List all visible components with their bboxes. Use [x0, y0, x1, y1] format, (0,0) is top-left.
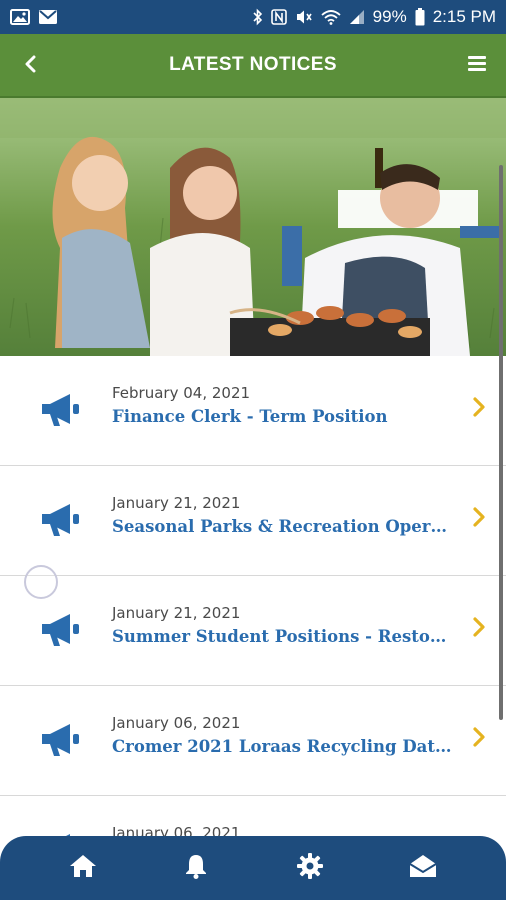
battery-percent: 99% [372, 7, 407, 26]
notice-item[interactable]: February 04, 2021 Finance Clerk - Term P… [0, 356, 506, 466]
nav-home-button[interactable] [55, 840, 111, 896]
image-notification-icon [10, 9, 30, 25]
megaphone-icon [40, 612, 82, 648]
hamburger-menu-icon [468, 56, 486, 76]
nav-settings-button[interactable] [282, 840, 338, 896]
notice-text: January 06, 2021 Cromer 2021 Loraas Recy… [112, 714, 454, 756]
bluetooth-icon [253, 8, 263, 26]
mute-icon [295, 9, 313, 25]
megaphone-icon [40, 392, 82, 428]
notice-title: Seasonal Parks & Recreation Operator [112, 517, 454, 536]
back-button[interactable] [16, 34, 44, 98]
notice-list: February 04, 2021 Finance Clerk - Term P… [0, 356, 506, 900]
gear-icon [296, 852, 323, 884]
notice-item[interactable]: January 21, 2021 Summer Student Position… [0, 576, 506, 686]
battery-icon [415, 8, 425, 26]
chevron-left-icon [24, 55, 36, 78]
chevron-right-icon [472, 726, 486, 748]
nfc-icon [270, 9, 287, 25]
notice-date: January 06, 2021 [112, 714, 241, 732]
notice-date: January 21, 2021 [112, 604, 241, 622]
notice-title: Finance Clerk - Term Position [112, 407, 388, 426]
home-icon [69, 854, 97, 883]
notice-title: Summer Student Positions - Reston L... [112, 627, 454, 646]
scrollbar[interactable] [499, 165, 503, 720]
megaphone-icon [40, 502, 82, 538]
megaphone-icon [40, 722, 82, 758]
notice-text: January 21, 2021 Summer Student Position… [112, 604, 454, 646]
email-notification-icon [38, 9, 58, 25]
signal-icon [349, 9, 365, 25]
bottom-nav [0, 836, 506, 900]
nav-messages-button[interactable] [395, 840, 451, 896]
app-bar: LATEST NOTICES [0, 34, 506, 98]
hero-image [0, 98, 506, 356]
chevron-right-icon [472, 396, 486, 418]
notice-text: February 04, 2021 Finance Clerk - Term P… [112, 384, 454, 426]
notice-item[interactable]: January 06, 2021 Cromer 2021 Loraas Recy… [0, 686, 506, 796]
status-bar: 99% 2:15 PM [0, 0, 506, 34]
notice-item[interactable]: January 21, 2021 Seasonal Parks & Recrea… [0, 466, 506, 576]
menu-button[interactable] [464, 34, 490, 98]
page-title: LATEST NOTICES [169, 54, 337, 75]
notice-text: January 21, 2021 Seasonal Parks & Recrea… [112, 494, 454, 536]
chevron-right-icon [472, 506, 486, 528]
clock: 2:15 PM [432, 7, 496, 26]
app-screen: 99% 2:15 PM LATEST NOTICES February 04, … [0, 0, 506, 900]
chevron-right-icon [472, 616, 486, 638]
notice-title: Cromer 2021 Loraas Recycling Dates [112, 737, 454, 756]
status-notifications [10, 9, 58, 25]
notice-date: February 04, 2021 [112, 384, 251, 402]
nav-notifications-button[interactable] [168, 840, 224, 896]
mail-open-icon [409, 854, 437, 883]
touch-indicator [24, 565, 58, 599]
notice-date: January 21, 2021 [112, 494, 241, 512]
wifi-icon [321, 9, 341, 25]
status-system: 99% 2:15 PM [253, 7, 496, 27]
bell-icon [185, 853, 207, 884]
